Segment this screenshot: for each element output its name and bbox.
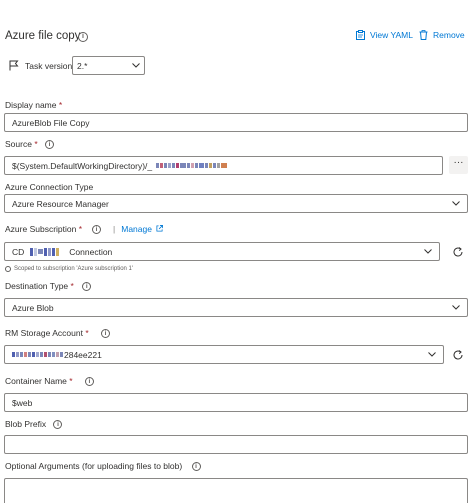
display-name-input[interactable]: AzureBlob File Copy	[4, 113, 468, 132]
connection-type-select[interactable]: Azure Resource Manager	[4, 194, 468, 213]
info-icon[interactable]: i	[78, 32, 88, 42]
redacted-path	[156, 163, 228, 168]
destination-type-select[interactable]: Azure Blob	[4, 298, 468, 317]
subscription-select[interactable]: CD Connection	[4, 242, 440, 261]
display-name-label: Display name *	[5, 100, 63, 110]
clipboard-icon	[356, 30, 365, 40]
trash-icon	[419, 30, 428, 40]
task-version-label: Task version	[25, 61, 73, 71]
blob-prefix-input[interactable]	[4, 435, 468, 454]
subscription-prefix: CD	[12, 246, 25, 257]
view-yaml-link[interactable]: View YAML	[356, 30, 413, 40]
info-icon[interactable]: i	[191, 462, 201, 472]
subscription-scope-note: Scoped to subscription 'Azure subscripti…	[5, 266, 133, 272]
optional-args-label: Optional Arguments (for uploading files …	[5, 461, 201, 472]
chevron-down-icon	[452, 305, 460, 310]
info-icon[interactable]: i	[92, 224, 102, 234]
refresh-icon	[453, 349, 463, 360]
source-input[interactable]: $(System.DefaultWorkingDirectory)/_	[4, 156, 443, 175]
source-label: Source * i	[5, 139, 54, 150]
display-name-value: AzureBlob File Copy	[12, 117, 90, 128]
destination-type-label: Destination Type * i	[5, 281, 92, 292]
destination-type-value: Azure Blob	[12, 302, 54, 313]
optional-args-textarea[interactable]	[4, 478, 468, 503]
info-icon	[5, 266, 11, 272]
info-icon[interactable]: i	[45, 140, 54, 150]
refresh-icon	[453, 246, 463, 257]
manage-link[interactable]: Manage	[121, 224, 164, 234]
container-name-input[interactable]: $web	[4, 393, 468, 412]
redacted-account	[12, 352, 63, 357]
chevron-down-icon	[424, 249, 432, 254]
view-yaml-label: View YAML	[370, 30, 413, 40]
subscription-label: Azure Subscription * i | Manage	[5, 224, 164, 234]
info-icon[interactable]: i	[101, 329, 111, 339]
connection-type-value: Azure Resource Manager	[12, 198, 109, 209]
connection-type-label: Azure Connection Type	[5, 182, 94, 192]
chevron-down-icon	[452, 201, 460, 206]
remove-label: Remove	[433, 30, 465, 40]
task-title: Azure file copy	[5, 30, 81, 42]
storage-account-label: RM Storage Account * i	[5, 328, 111, 339]
blob-prefix-label: Blob Prefix i	[5, 419, 63, 430]
chevron-down-icon	[132, 63, 140, 68]
source-browse-button[interactable]: ···	[449, 156, 468, 174]
subscription-suffix: Connection	[69, 246, 113, 257]
remove-link[interactable]: Remove	[419, 30, 465, 40]
container-name-value: $web	[12, 397, 33, 408]
task-version-select[interactable]: 2.*	[72, 56, 145, 75]
chevron-down-icon	[428, 352, 436, 357]
task-version-value: 2.*	[77, 60, 88, 71]
flag-icon	[9, 60, 19, 71]
storage-account-refresh-button[interactable]	[448, 345, 468, 364]
container-name-label: Container Name * i	[5, 376, 94, 387]
info-icon[interactable]: i	[82, 282, 92, 292]
info-icon[interactable]: i	[53, 420, 63, 430]
storage-account-suffix: 284ee221	[64, 349, 102, 360]
info-icon[interactable]: i	[84, 377, 94, 387]
source-value: $(System.DefaultWorkingDirectory)/_	[12, 160, 153, 171]
redacted-subscription	[30, 247, 60, 256]
external-link-icon	[156, 225, 164, 232]
storage-account-select[interactable]: 284ee221	[4, 345, 444, 364]
subscription-refresh-button[interactable]	[448, 242, 468, 261]
